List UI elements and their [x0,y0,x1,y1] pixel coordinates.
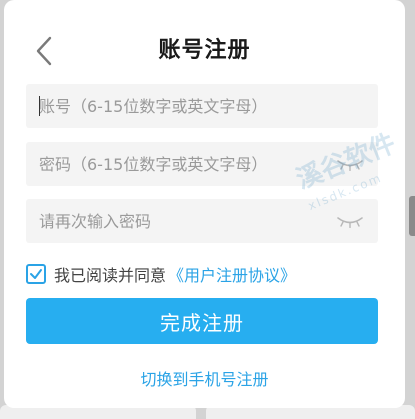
agreement-text: 我已阅读并同意 [54,266,167,285]
agreement-checkbox[interactable] [26,264,46,284]
switch-to-phone-link[interactable]: 切换到手机号注册 [4,366,405,390]
complete-registration-button[interactable]: 完成注册 [26,298,378,344]
password-field[interactable] [26,142,378,186]
eye-closed-icon[interactable] [336,157,364,171]
text-caret [39,96,40,116]
confirm-password-field[interactable] [26,199,378,243]
background-edge-handle [409,196,415,236]
check-icon [30,269,42,279]
password-input[interactable] [26,142,326,186]
agreement-link[interactable]: 《用户注册协议》 [168,262,296,286]
page-title: 账号注册 [158,38,251,63]
confirm-password-input[interactable] [26,199,326,243]
account-field[interactable] [26,84,378,128]
agreement-row: 我已阅读并同意 《用户注册协议》 [26,262,296,286]
register-dialog: 账号注册 我已阅读并同意 《用户注册协议》 完成注册 切换 [4,0,405,408]
account-input[interactable] [26,84,326,128]
eye-closed-icon[interactable] [336,214,364,228]
